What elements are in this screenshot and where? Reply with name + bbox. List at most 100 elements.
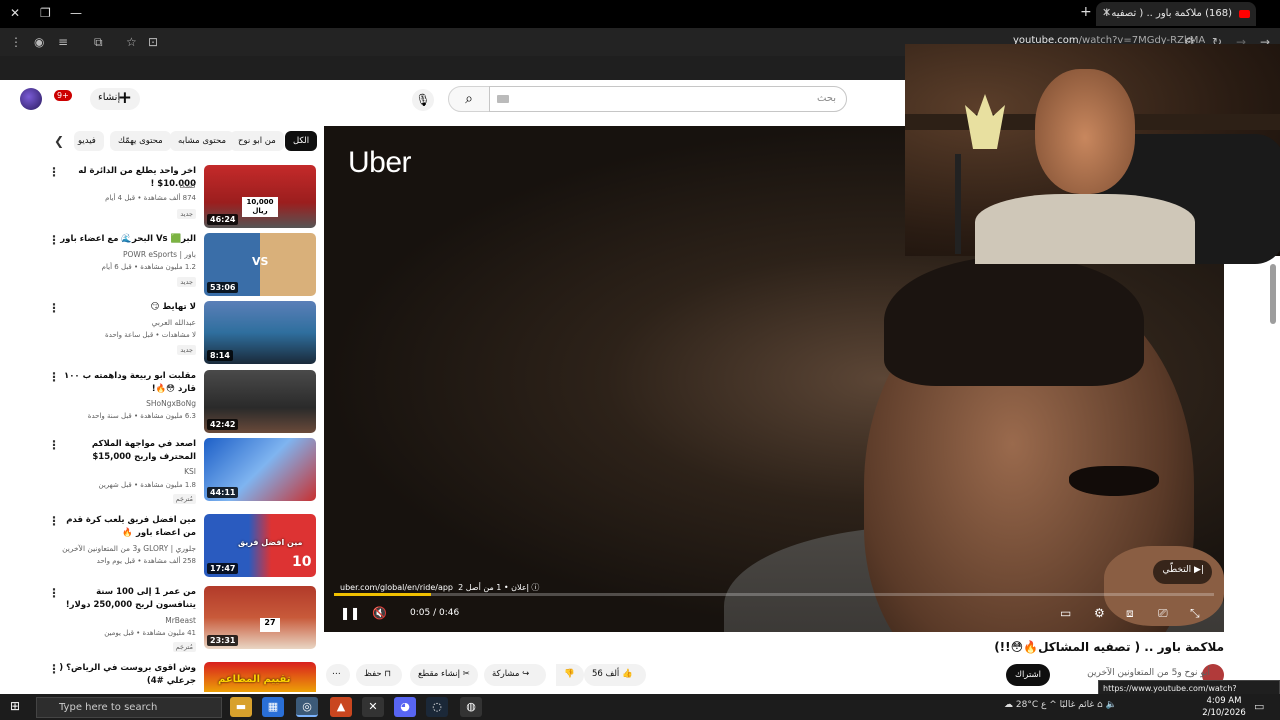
browser-tab[interactable]: (168) ملاكمة باور .. ( تصفيه ا ✕	[1096, 2, 1256, 26]
miniplayer-icon[interactable]: ⧈	[1126, 606, 1134, 621]
discord-icon[interactable]: ◕	[394, 697, 416, 717]
list-item[interactable]: 42:42 مقلبت ابو ربيعة وداهمته ب ١٠٠ قارد…	[40, 370, 316, 434]
settings-icon[interactable]: ⚙	[1094, 606, 1105, 620]
keyboard-icon[interactable]	[497, 95, 509, 103]
menu-icon[interactable]: ⋮	[10, 35, 22, 49]
more-vert-icon[interactable]: ⋮	[48, 301, 60, 315]
list-item[interactable]: 44:11 اصعد في مواجهة الملاكم المحترف وار…	[40, 438, 316, 504]
more-vert-icon[interactable]: ⋮	[48, 586, 60, 600]
new-tab-icon[interactable]: +	[1080, 4, 1092, 20]
extensions-icon[interactable]: ⧉	[94, 35, 103, 50]
language-indicator[interactable]: ع	[1041, 700, 1046, 710]
cast-icon[interactable]: ⎚	[1158, 606, 1168, 621]
app-icon[interactable]: ✕	[362, 697, 384, 717]
more-vert-icon[interactable]: ⋮	[48, 438, 60, 452]
subtitles-icon[interactable]: ▭	[1060, 606, 1071, 620]
chip-videos[interactable]: فيديو	[74, 131, 104, 151]
video-thumbnail[interactable]: 44:11	[204, 438, 316, 501]
page-scrollbar[interactable]	[1270, 264, 1276, 324]
account-avatar[interactable]	[20, 88, 42, 110]
more-vert-icon[interactable]: ⋮	[48, 370, 60, 384]
more-actions-button[interactable]: ⋯	[326, 664, 350, 686]
chip-for-you[interactable]: محتوى يهمّك	[110, 131, 171, 151]
subscribe-button[interactable]: اشتراك	[1006, 664, 1050, 686]
more-vert-icon[interactable]: ⋮	[48, 165, 60, 179]
chrome-icon[interactable]: ◎	[296, 697, 318, 717]
skip-ad-button[interactable]: التخطّي ▶|	[1152, 560, 1212, 584]
notifications-icon[interactable]: ▭	[1254, 700, 1264, 713]
video-title[interactable]: اصعد في مواجهة الملاكم المحترف واربح 15,…	[56, 438, 196, 464]
chevron-up-icon[interactable]: ^	[1049, 700, 1057, 710]
chevron-left-icon[interactable]: ❮	[54, 134, 64, 148]
list-item[interactable]: VS 53:06 البر🟩 Vs البحر🌊 مع اعضاء باور ب…	[40, 233, 316, 297]
channel-name[interactable]: باور | POWR eSports	[123, 250, 196, 259]
video-thumbnail[interactable]: 27 23:31	[204, 586, 316, 649]
video-title[interactable]: مين افضل فريق يلعب كرة قدم من اعضاء باور…	[56, 514, 196, 540]
video-title[interactable]: وش اقوى بروست في الرياض؟ ( جرعلي #4)	[56, 662, 196, 688]
pause-icon[interactable]: ❚❚	[340, 606, 360, 620]
volume-icon[interactable]: 🔈	[1106, 700, 1117, 710]
store-icon[interactable]: ▦	[262, 697, 284, 717]
file-explorer-icon[interactable]: ▬	[230, 697, 252, 717]
ad-url[interactable]: uber.com/global/en/ride/app	[340, 583, 453, 592]
video-thumbnail[interactable]: تقييم المطاعم	[204, 662, 316, 692]
channel-name[interactable]: KSI	[184, 467, 196, 476]
list-item[interactable]: 27 23:31 من عمر 1 إلى 100 سنة يتنافسون ل…	[40, 586, 316, 652]
chip-related[interactable]: محتوى مشابه	[170, 131, 234, 151]
network-icon[interactable]: ⌂	[1097, 700, 1103, 710]
list-item[interactable]: 10,000 ريال 46:24 اخر واحد يطلع من الدائر…	[40, 165, 316, 229]
video-title[interactable]: لا تهايط 😏	[56, 301, 196, 314]
video-thumbnail[interactable]: 10,000 ريال 46:24	[204, 165, 316, 228]
weather-icon[interactable]: ☁	[1004, 700, 1013, 710]
channel-name[interactable]: SHoNgxBoNg	[146, 399, 196, 408]
taskbar-clock[interactable]: 4:09 AM 2/10/2026	[1200, 695, 1248, 719]
video-title[interactable]: البر🟩 Vs البحر🌊 مع اعضاء باور	[56, 233, 196, 246]
video-thumbnail[interactable]: 42:42	[204, 370, 316, 433]
video-title[interactable]: اخر واحد يطلع من الدائرة له 10.000$ !	[56, 165, 196, 191]
steam-icon[interactable]: ◌	[426, 697, 448, 717]
video-thumbnail[interactable]: مين افضل فريق 10 17:47	[204, 514, 316, 577]
more-vert-icon[interactable]: ⋮	[48, 233, 60, 247]
notification-badge[interactable]: 9+	[54, 90, 72, 101]
share-button[interactable]: مشاركة ↪	[484, 664, 546, 686]
list-item[interactable]: 8:14 لا تهايط 😏 عبدالله العربي لا مشاهدا…	[40, 301, 316, 365]
voice-search-icon[interactable]: 🎙	[412, 89, 434, 111]
mute-icon[interactable]: 🔇	[372, 606, 387, 620]
taskbar-search-input[interactable]: Type here to search	[36, 697, 222, 718]
progress-bar[interactable]	[334, 593, 1214, 596]
list-item[interactable]: تقييم المطاعم وش اقوى بروست في الرياض؟ (…	[40, 662, 316, 692]
save-button[interactable]: حفظ ⊓	[356, 664, 402, 686]
chip-all[interactable]: الكل	[285, 131, 318, 151]
channel-info[interactable]: أبو نوح و5 من المتعاونين الآخرين	[1060, 668, 1210, 678]
tab-search-icon[interactable]: ⊡	[148, 35, 158, 49]
tab-close-icon[interactable]: ✕	[1102, 6, 1111, 19]
profile-icon[interactable]: ◉	[34, 35, 44, 49]
video-thumbnail[interactable]: VS 53:06	[204, 233, 316, 296]
dislike-button[interactable]: 👎	[556, 664, 584, 686]
channel-name[interactable]: جلوري | GLORY و3 من المتعاونين الآخرين	[62, 544, 196, 553]
more-vert-icon[interactable]: ⋮	[48, 662, 60, 676]
restore-window-icon[interactable]: ❐	[40, 6, 51, 20]
obs-icon[interactable]: ◍	[460, 697, 482, 717]
channel-name[interactable]: عبدالله العربي	[152, 318, 196, 327]
video-thumbnail[interactable]: 8:14	[204, 301, 316, 364]
brave-icon[interactable]: ▲	[330, 697, 352, 717]
like-button[interactable]: 56 ألف 👍	[584, 664, 646, 686]
video-title[interactable]: مقلبت ابو ربيعة وداهمته ب ١٠٠ قارد 😳🔥!	[56, 370, 196, 396]
search-input[interactable]: بحث	[489, 86, 847, 112]
clip-button[interactable]: إنشاء مقطع ✂	[410, 664, 478, 686]
close-window-icon[interactable]: ✕	[10, 6, 20, 20]
list-item[interactable]: مين افضل فريق 10 17:47 مين افضل فريق يلع…	[40, 514, 316, 578]
channel-name[interactable]: كسكا	[179, 181, 196, 190]
search-button[interactable]: ⌕	[448, 86, 490, 112]
more-vert-icon[interactable]: ⋮	[48, 514, 60, 528]
media-icon[interactable]: ≡	[58, 35, 68, 49]
chip-from-channel[interactable]: من ابو نوح	[230, 131, 284, 151]
start-icon[interactable]: ⊞	[10, 699, 20, 713]
video-title[interactable]: من عمر 1 إلى 100 سنة يتنافسون لربح 250,0…	[56, 586, 196, 612]
fullscreen-icon[interactable]: ⤡	[1190, 606, 1200, 621]
create-button[interactable]: إنشاء +	[90, 88, 140, 110]
channel-name[interactable]: MrBeast	[165, 616, 196, 625]
minimize-window-icon[interactable]: —	[70, 6, 82, 20]
bookmark-star-icon[interactable]: ☆	[126, 35, 137, 49]
